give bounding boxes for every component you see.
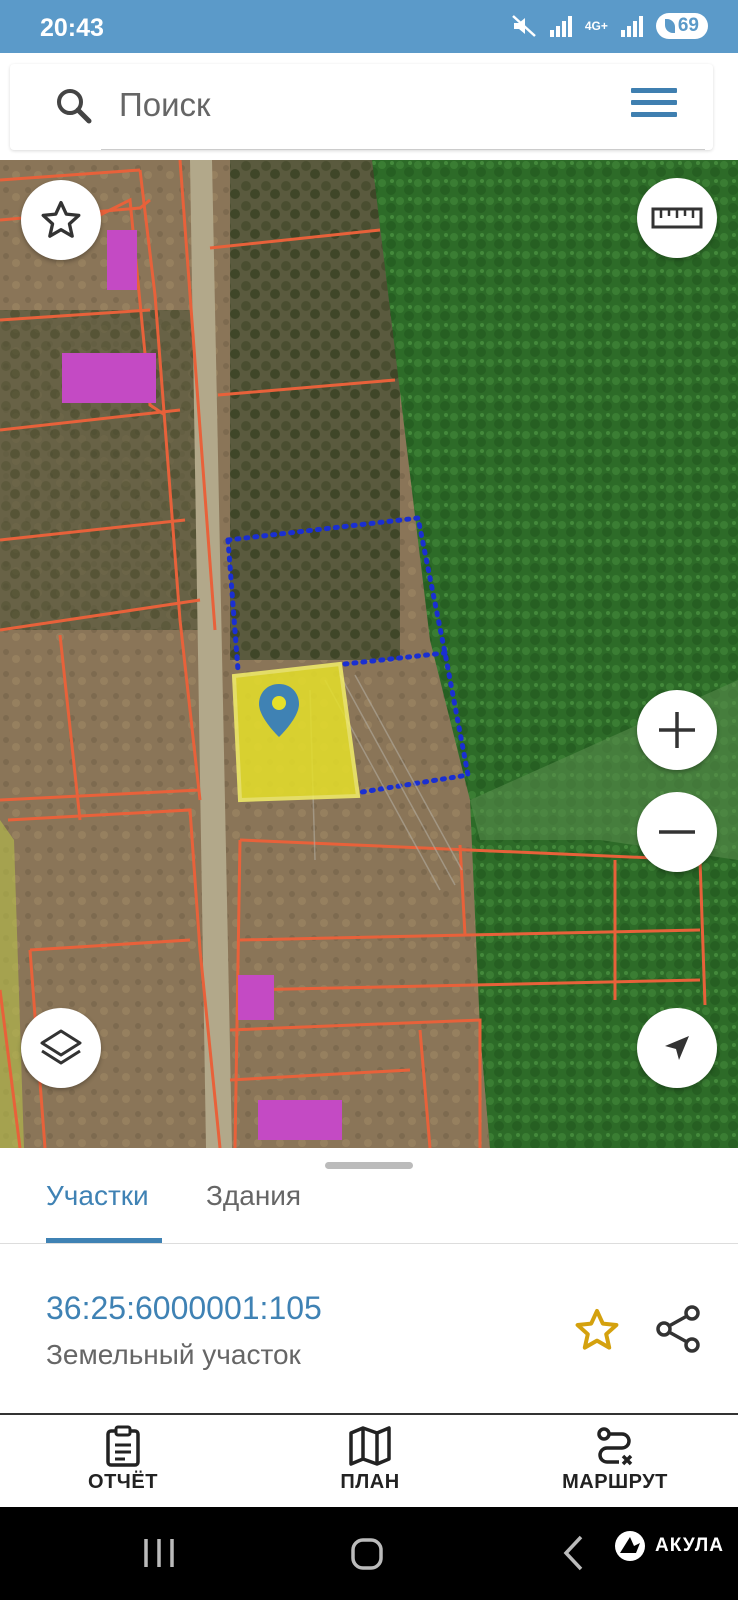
bottom-sheet: Участки Здания 36:25:6000001:105 Земельн… xyxy=(0,1148,738,1418)
search-underline xyxy=(101,149,705,150)
star-outline-icon xyxy=(41,200,81,238)
search-bar[interactable]: Поиск xyxy=(10,64,713,150)
back-icon[interactable] xyxy=(562,1535,584,1571)
battery-saver-icon xyxy=(664,19,675,33)
sheet-drag-handle[interactable] xyxy=(325,1162,413,1169)
watermark: АКУЛА xyxy=(613,1529,724,1563)
status-icons: 4G+ 69 xyxy=(511,13,708,39)
bottom-action-bar: ОТЧЁТ ПЛАН МАРШРУТ xyxy=(0,1417,738,1507)
battery-level: 69 xyxy=(677,15,699,36)
status-time: 20:43 xyxy=(40,14,104,42)
search-icon[interactable] xyxy=(54,86,94,126)
watermark-text: АКУЛА xyxy=(655,1535,724,1556)
shark-logo-icon xyxy=(615,1531,646,1561)
navigation-arrow-icon xyxy=(665,1036,689,1060)
zoom-out-button[interactable] xyxy=(637,792,717,872)
menu-icon[interactable] xyxy=(631,88,677,122)
route-label: МАРШРУТ xyxy=(562,1471,668,1493)
route-button[interactable]: МАРШРУТ xyxy=(560,1425,670,1494)
sheet-divider xyxy=(0,1413,738,1415)
layers-icon xyxy=(40,1029,82,1065)
recent-apps-icon[interactable] xyxy=(142,1537,176,1569)
minus-icon xyxy=(659,830,695,834)
layers-button[interactable] xyxy=(21,1008,101,1088)
home-icon[interactable] xyxy=(350,1537,384,1571)
parcel-type: Земельный участок xyxy=(46,1339,301,1370)
network-label: 4G+ xyxy=(584,19,608,33)
system-navigation-bar: АКУЛА xyxy=(0,1507,738,1600)
status-bar: 20:43 4G+ 69 xyxy=(0,0,738,53)
map-icon xyxy=(349,1426,391,1466)
tab-parcels[interactable]: Участки xyxy=(46,1180,149,1212)
battery-indicator: 69 xyxy=(655,13,708,39)
tab-divider xyxy=(0,1243,738,1244)
my-location-button[interactable] xyxy=(637,1008,717,1088)
search-input[interactable]: Поиск xyxy=(119,86,210,124)
mute-icon xyxy=(512,15,536,37)
report-label: ОТЧЁТ xyxy=(88,1471,158,1493)
report-button[interactable]: ОТЧЁТ xyxy=(88,1425,158,1494)
route-icon xyxy=(597,1427,633,1466)
ruler-icon xyxy=(651,207,703,229)
map-view[interactable] xyxy=(0,160,738,1148)
plan-button[interactable]: ПЛАН xyxy=(334,1425,406,1494)
clipboard-icon xyxy=(106,1425,140,1467)
signal-icon-2 xyxy=(620,16,643,37)
parcel-cadastral-number[interactable]: 36:25:6000001:105 xyxy=(46,1290,322,1327)
favorite-star-icon[interactable] xyxy=(573,1306,621,1354)
satellite-map[interactable] xyxy=(0,160,738,1148)
plus-icon xyxy=(659,712,695,748)
favorites-button[interactable] xyxy=(21,180,101,260)
zoom-in-button[interactable] xyxy=(637,690,717,770)
signal-icon xyxy=(549,16,572,37)
plan-label: ПЛАН xyxy=(340,1471,400,1493)
tab-buildings[interactable]: Здания xyxy=(206,1180,301,1212)
ruler-button[interactable] xyxy=(637,178,717,258)
share-icon[interactable] xyxy=(654,1304,702,1354)
